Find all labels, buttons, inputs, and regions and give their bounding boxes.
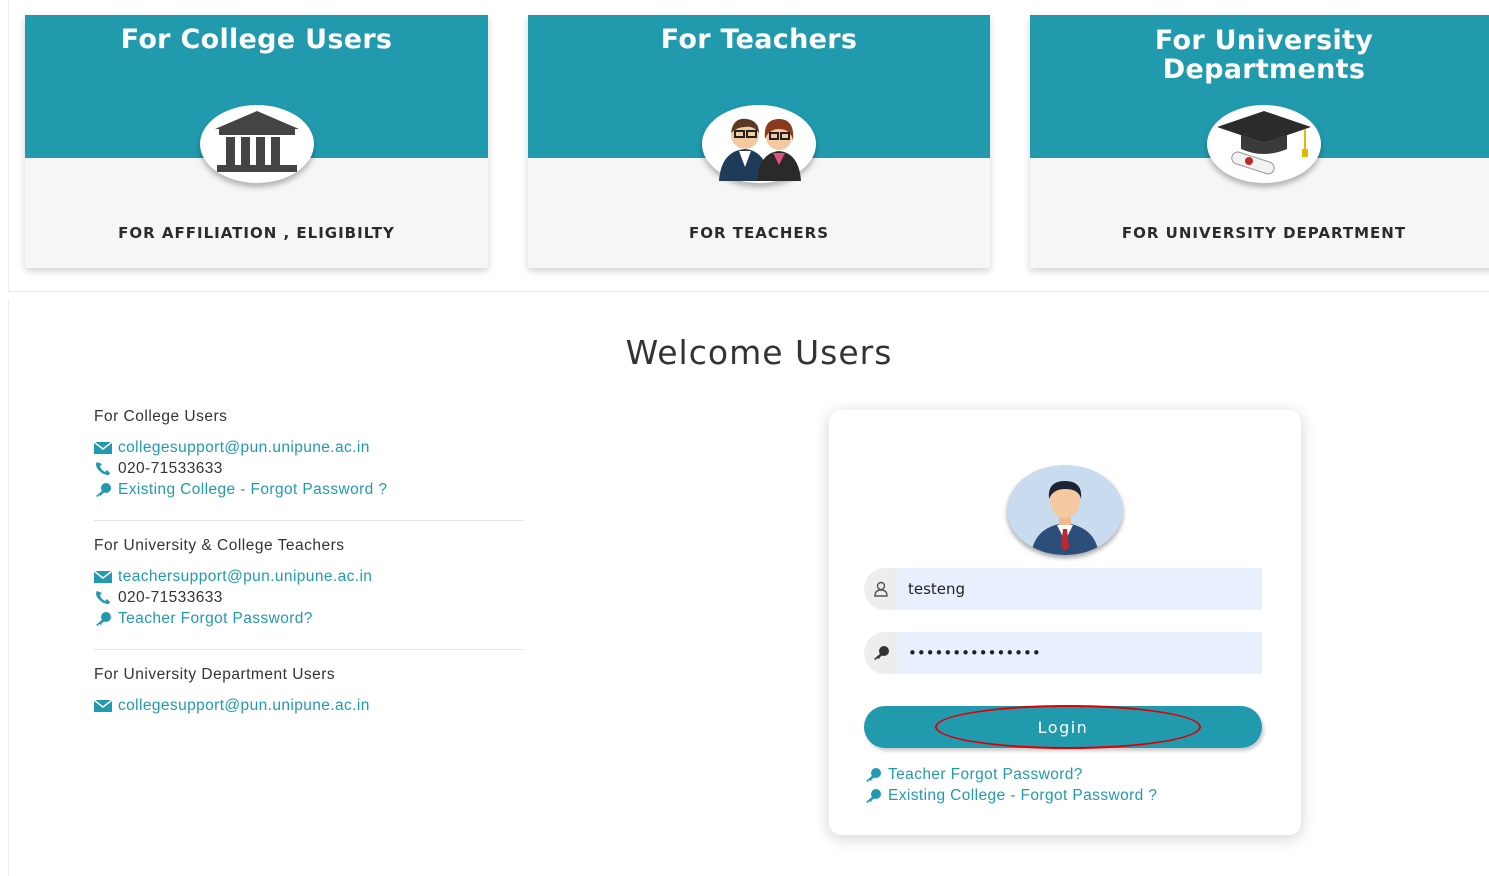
envelope-icon xyxy=(94,441,112,454)
login-forgot-links: Teacher Forgot Password? Existing Colleg… xyxy=(864,764,1157,806)
department-contact-group: For University Department Users colleges… xyxy=(94,649,524,728)
university-departments-card[interactable]: For University Departments FOR UNIVERSIT… xyxy=(1030,15,1489,268)
email-line[interactable]: teachersupport@pun.unipune.ac.in xyxy=(94,566,524,587)
forgot-line[interactable]: Existing College - Forgot Password ? xyxy=(94,479,524,500)
card-title: For Teachers xyxy=(660,24,858,55)
envelope-icon xyxy=(94,570,112,583)
teachers-card[interactable]: For Teachers FOR TEACHERS xyxy=(528,15,990,268)
login-form: Login Teacher Forgot Password? Existing … xyxy=(829,410,1301,835)
card-subtitle: FOR TEACHERS xyxy=(688,224,830,242)
teacher-forgot-password-link[interactable]: Teacher Forgot Password? xyxy=(118,610,313,628)
phone-line: 020-71533633 xyxy=(94,458,524,479)
group-title: For University & College Teachers xyxy=(94,537,345,554)
teacher-forgot-password-link[interactable]: Teacher Forgot Password? xyxy=(888,766,1083,784)
phone-icon xyxy=(96,591,110,604)
login-button[interactable]: Login xyxy=(864,706,1262,748)
support-contacts: For College Users collegesupport@pun.uni… xyxy=(94,408,524,728)
user-icon xyxy=(864,568,898,610)
card-subtitle: FOR AFFILIATION , ELIGIBILTY xyxy=(118,224,395,242)
card-title: For College Users xyxy=(120,24,393,55)
phone-line: 020-71533633 xyxy=(94,587,524,608)
college-phone: 020-71533633 xyxy=(118,459,223,477)
username-input[interactable] xyxy=(898,568,1262,610)
phone-icon xyxy=(96,462,110,475)
key-icon xyxy=(866,767,881,782)
key-icon xyxy=(96,482,111,497)
page-title: Welcome Users xyxy=(625,333,893,372)
graduation-cap-icon xyxy=(1207,105,1321,183)
group-title: For College Users xyxy=(94,408,228,425)
forgot-line[interactable]: Teacher Forgot Password? xyxy=(864,764,1157,785)
college-users-card[interactable]: For College Users FOR AFFILIATION , ELIG… xyxy=(25,15,488,268)
user-avatar-icon xyxy=(1007,465,1123,555)
building-icon xyxy=(199,105,314,183)
group-title: For University Department Users xyxy=(94,666,336,683)
card-subtitle: FOR UNIVERSITY DEPARTMENT xyxy=(1121,224,1407,242)
key-icon xyxy=(864,632,898,674)
department-email-link[interactable]: collegesupport@pun.unipune.ac.in xyxy=(118,697,370,715)
portal-cards-panel: For College Users FOR AFFILIATION , ELIG… xyxy=(8,0,1489,292)
password-field[interactable] xyxy=(864,632,1262,674)
envelope-icon xyxy=(94,699,112,712)
card-title: For University Departments xyxy=(1154,25,1374,85)
teachers-phone: 020-71533633 xyxy=(118,588,223,606)
key-icon xyxy=(96,611,111,626)
email-line[interactable]: collegesupport@pun.unipune.ac.in xyxy=(94,437,524,458)
password-input[interactable] xyxy=(898,632,1262,674)
forgot-line[interactable]: Existing College - Forgot Password ? xyxy=(864,785,1157,806)
college-email-link[interactable]: collegesupport@pun.unipune.ac.in xyxy=(118,439,370,457)
forgot-line[interactable]: Teacher Forgot Password? xyxy=(94,608,524,629)
email-line[interactable]: collegesupport@pun.unipune.ac.in xyxy=(94,695,524,716)
teachers-contact-group: For University & College Teachers teache… xyxy=(94,520,524,641)
teachers-icon xyxy=(702,105,816,183)
main-panel: Welcome Users For College Users colleges… xyxy=(8,300,1489,876)
teachers-email-link[interactable]: teachersupport@pun.unipune.ac.in xyxy=(118,568,372,586)
key-icon xyxy=(866,788,881,803)
college-contact-group: For College Users collegesupport@pun.uni… xyxy=(94,408,524,512)
college-forgot-password-link[interactable]: Existing College - Forgot Password ? xyxy=(118,481,387,499)
username-field[interactable] xyxy=(864,568,1262,610)
college-forgot-password-link[interactable]: Existing College - Forgot Password ? xyxy=(888,787,1157,805)
